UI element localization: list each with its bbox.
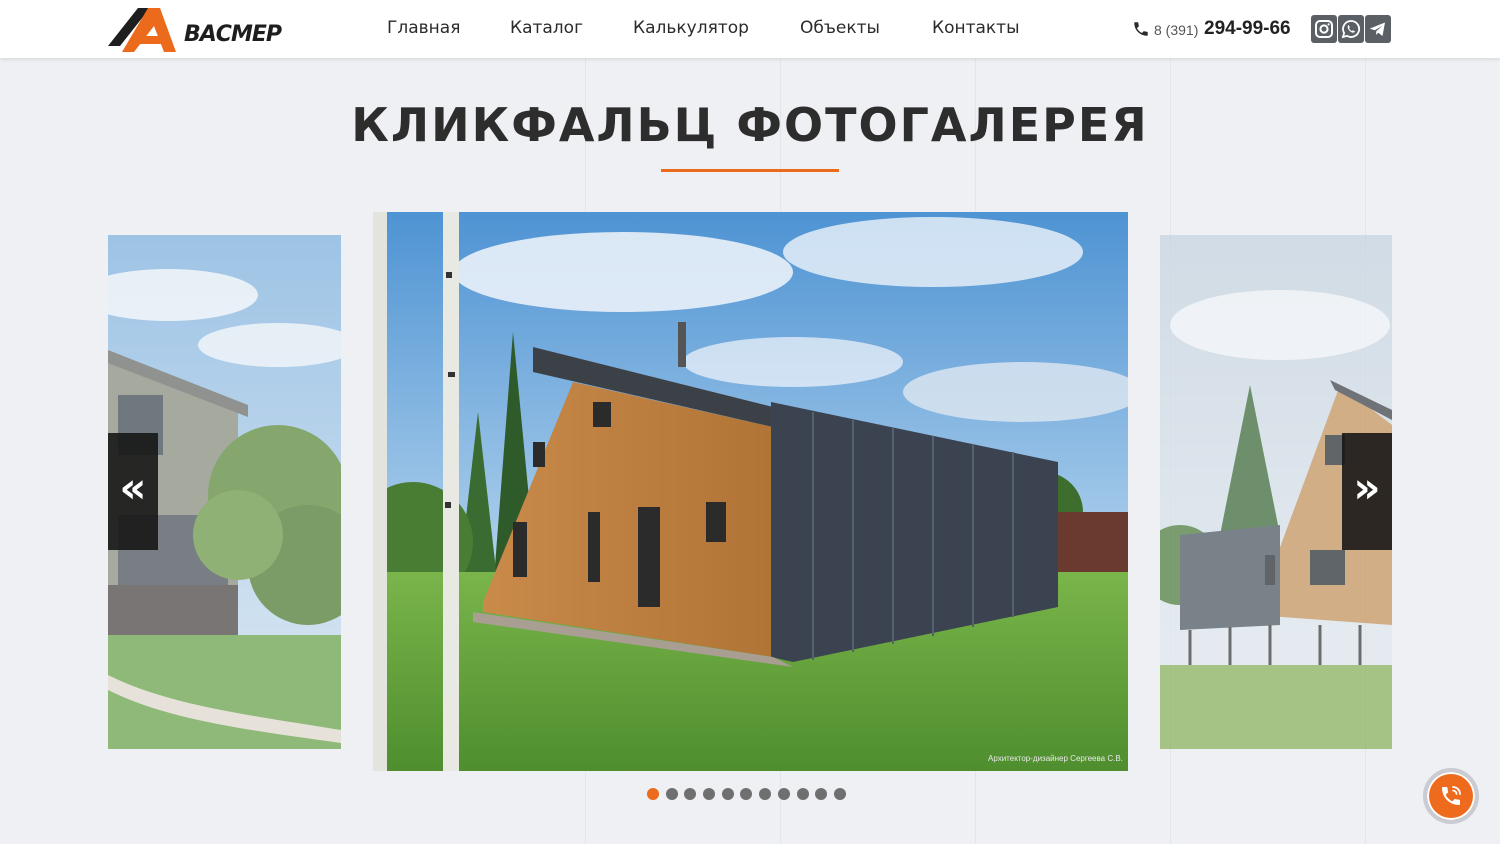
pagination-dot[interactable] bbox=[834, 788, 846, 800]
nav-item-calculator[interactable]: Калькулятор bbox=[633, 18, 749, 38]
gallery-slide-active[interactable] bbox=[373, 212, 1128, 771]
instagram-icon bbox=[1315, 20, 1333, 38]
whatsapp-icon bbox=[1341, 20, 1360, 39]
chevron-left-icon: « bbox=[119, 463, 147, 512]
phone-icon bbox=[1134, 22, 1148, 36]
nav-item-contacts[interactable]: Контакты bbox=[932, 18, 1020, 38]
telegram-button[interactable] bbox=[1365, 15, 1391, 43]
pagination-dot[interactable] bbox=[703, 788, 715, 800]
logo[interactable]: ВАСМЕР bbox=[108, 6, 298, 54]
phone-prefix: 8 (391) bbox=[1154, 22, 1199, 38]
pagination-dot[interactable] bbox=[666, 788, 678, 800]
pagination-dot[interactable] bbox=[684, 788, 696, 800]
logo-mark bbox=[108, 8, 176, 52]
pagination-dot[interactable] bbox=[759, 788, 771, 800]
pagination-dot[interactable] bbox=[797, 788, 809, 800]
photo-watermark: Архитектор-дизайнер Сергеева С.В. bbox=[988, 754, 1123, 763]
page-title: КЛИКФАЛЬЦ ФОТОГАЛЕРЕЯ bbox=[351, 98, 1149, 152]
whatsapp-button[interactable] bbox=[1338, 15, 1364, 43]
callback-button[interactable] bbox=[1423, 768, 1479, 824]
pagination-dot[interactable] bbox=[778, 788, 790, 800]
nav-item-catalog[interactable]: Каталог bbox=[510, 18, 583, 38]
pagination-dot[interactable] bbox=[722, 788, 734, 800]
logo-text: ВАСМЕР bbox=[184, 22, 282, 47]
pagination-dot[interactable] bbox=[647, 788, 659, 800]
phone-call-icon bbox=[1442, 786, 1461, 805]
instagram-button[interactable] bbox=[1311, 15, 1337, 43]
site-header: ВАСМЕР Главная Каталог Калькулятор Объек… bbox=[0, 0, 1500, 58]
chevron-right-icon: » bbox=[1353, 463, 1381, 512]
title-underline bbox=[661, 169, 839, 172]
telegram-icon bbox=[1370, 22, 1385, 36]
pagination-dot[interactable] bbox=[815, 788, 827, 800]
pagination-dot[interactable] bbox=[740, 788, 752, 800]
nav-item-objects[interactable]: Объекты bbox=[800, 18, 880, 38]
gallery-prev-button[interactable]: « bbox=[108, 433, 158, 550]
gallery-next-button[interactable]: » bbox=[1342, 433, 1392, 550]
phone-number: 294-99-66 bbox=[1204, 18, 1291, 39]
house-photo bbox=[373, 212, 1128, 771]
nav-item-home[interactable]: Главная bbox=[387, 18, 460, 38]
